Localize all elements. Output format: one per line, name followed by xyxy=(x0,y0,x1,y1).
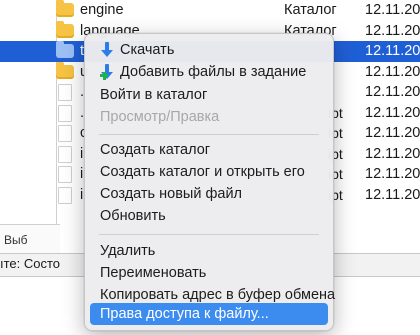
file-date: 12.11.202 xyxy=(365,43,420,59)
left-pane-footer: Выб xyxy=(0,224,60,253)
file-icon xyxy=(58,125,72,142)
menu-item-label: Скачать xyxy=(120,42,175,58)
file-icon xyxy=(58,166,72,183)
file-date: 12.11.202 xyxy=(365,84,420,100)
menu-item-label: Права доступа к файлу... xyxy=(100,306,269,322)
menu-separator xyxy=(99,234,319,235)
add-to-queue-icon xyxy=(100,64,114,80)
left-pane-label: Выб xyxy=(4,233,28,247)
menu-item-create-file[interactable]: Создать новый файл xyxy=(90,183,328,205)
file-date: 12.11.202 xyxy=(365,145,420,162)
context-menu: Скачать Добавить файлы в задание Войти в… xyxy=(84,33,335,331)
menu-item-view-edit: Просмотр/Правка xyxy=(90,106,328,128)
file-name: i xyxy=(80,166,84,182)
menu-item-label: Создать новый файл xyxy=(100,186,243,202)
file-name: engine xyxy=(80,2,124,18)
menu-item-rename[interactable]: Переименовать xyxy=(90,262,328,284)
menu-item-label: Создать каталог xyxy=(100,142,211,158)
file-icon xyxy=(58,104,72,122)
menu-item-create-directory-open[interactable]: Создать каталог и открыть его xyxy=(90,161,328,183)
menu-item-label: Создать каталог и открыть его xyxy=(100,164,305,180)
file-date: 12.11.202 xyxy=(365,186,420,203)
folder-icon xyxy=(56,41,74,58)
file-date: 12.11.202 xyxy=(365,125,420,141)
file-date: 12.11.202 xyxy=(365,2,420,18)
status-text: ıте: Состояние xyxy=(0,256,60,271)
folder-icon xyxy=(56,20,74,38)
menu-item-refresh[interactable]: Обновить xyxy=(90,205,328,227)
menu-item-create-directory[interactable]: Создать каталог xyxy=(90,139,328,161)
folder-icon xyxy=(56,61,74,79)
menu-item-file-permissions[interactable]: Права доступа к файлу... xyxy=(90,303,328,325)
file-name: i xyxy=(80,145,84,162)
file-date: 12.11.202 xyxy=(365,63,420,80)
menu-item-add-to-queue[interactable]: Добавить файлы в задание xyxy=(90,61,328,83)
menu-item-label: Обновить xyxy=(100,208,166,224)
menu-item-label: Добавить файлы в задание xyxy=(120,64,307,80)
menu-item-label: Просмотр/Правка xyxy=(100,109,220,125)
file-date: 12.11.202 xyxy=(365,104,420,121)
menu-separator xyxy=(99,134,319,135)
folder-icon xyxy=(56,0,74,17)
file-name: i xyxy=(80,186,84,203)
menu-item-label: Переименовать xyxy=(100,265,207,281)
file-row-engine[interactable]: engine Каталог 12.11.202 xyxy=(0,0,420,21)
file-icon xyxy=(58,145,72,163)
file-icon xyxy=(58,84,72,101)
menu-item-enter-directory[interactable]: Войти в каталог xyxy=(90,84,328,106)
file-type: Каталог xyxy=(284,2,337,18)
menu-item-delete[interactable]: Удалить xyxy=(90,240,328,262)
menu-item-download[interactable]: Скачать xyxy=(90,39,328,61)
file-date: 12.11.202 xyxy=(365,22,420,39)
menu-item-label: Войти в каталог xyxy=(100,87,208,103)
download-arrow-icon xyxy=(100,42,114,58)
file-date: 12.11.202 xyxy=(365,166,420,182)
menu-item-label: Удалить xyxy=(100,243,156,259)
file-icon xyxy=(58,186,72,204)
